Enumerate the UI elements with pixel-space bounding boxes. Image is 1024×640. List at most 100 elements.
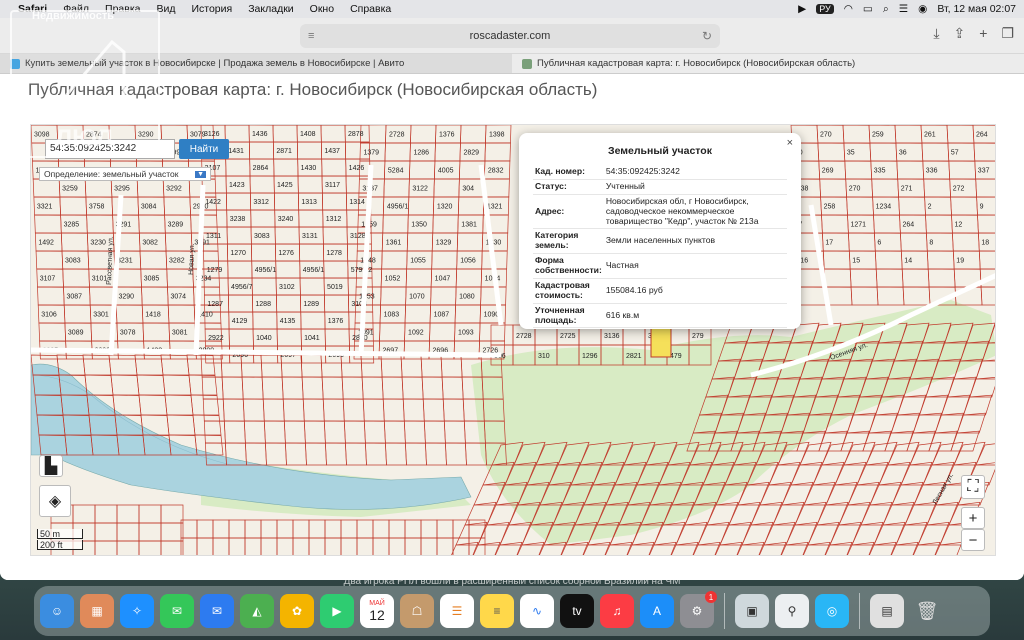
parcel-number-label: 1080 bbox=[459, 294, 475, 301]
info-row: Кад. номер: 54:35:092425:3242 bbox=[533, 165, 787, 180]
parcel-number-label: 2728 bbox=[516, 333, 532, 340]
parcel-number-label: 1093 bbox=[458, 330, 474, 337]
new-tab-icon[interactable]: + bbox=[979, 25, 987, 42]
contacts-icon[interactable]: ☖ bbox=[400, 594, 434, 628]
map-scale: 50 m 200 ft bbox=[37, 529, 83, 551]
parcel-number-label: 335 bbox=[874, 168, 886, 175]
parcel-number-label: 17 bbox=[825, 240, 833, 247]
map-canvas[interactable]: 3098287432903079329632813299124532901413… bbox=[31, 125, 996, 556]
tab-roscadaster[interactable]: Публичная кадастровая карта: г. Новосиби… bbox=[512, 54, 1024, 73]
dock-separator bbox=[724, 593, 725, 629]
settings-badge: 1 bbox=[705, 591, 717, 603]
parcel-number-label: 4956/7 bbox=[231, 284, 253, 291]
parcel-number-label: 4129 bbox=[232, 318, 248, 325]
parcel-number-label: 1287 bbox=[207, 301, 223, 308]
menu-history[interactable]: История bbox=[191, 3, 232, 15]
play-icon[interactable]: ▶ bbox=[798, 3, 806, 15]
facetime-icon[interactable]: ▶ bbox=[320, 594, 354, 628]
photos-icon[interactable]: ✿ bbox=[280, 594, 314, 628]
agency-watermark-logo: АГЕНТСТВО НЕДВИЖИМОСТИ ЛЮЛ bbox=[10, 10, 160, 158]
address-bar[interactable]: ≡ roscadaster.com ↻ bbox=[300, 24, 720, 48]
parcel-number-label: 3285 bbox=[64, 222, 80, 229]
parcel-number-label: 3259 bbox=[62, 186, 78, 193]
trash-icon[interactable]: 🗑 bbox=[910, 594, 944, 628]
parcel-number-label: 1087 bbox=[434, 312, 450, 319]
search-icon[interactable]: ⌕ bbox=[883, 3, 889, 16]
parcel-number-label: 1422 bbox=[205, 199, 221, 206]
scale-ft: 200 ft bbox=[37, 540, 83, 550]
parcel-number-label: 272 bbox=[953, 186, 965, 193]
parcel-number-label: 1436 bbox=[252, 131, 268, 138]
fullscreen-button[interactable]: ⛶ bbox=[961, 475, 985, 499]
parcel-number-label: 310 bbox=[538, 353, 550, 360]
menu-window[interactable]: Окно bbox=[310, 3, 334, 15]
freeform-icon[interactable]: ∿ bbox=[520, 594, 554, 628]
preview-icon[interactable]: ▣ bbox=[735, 594, 769, 628]
parcel-number-label: 5284 bbox=[388, 168, 404, 175]
parcel-number-label: 336 bbox=[926, 168, 938, 175]
definition-select[interactable]: Определение: земельный участок ▼ bbox=[39, 167, 211, 181]
music-icon[interactable]: ♫ bbox=[600, 594, 634, 628]
parcel-number-label: 261 bbox=[924, 132, 936, 139]
menu-help[interactable]: Справка bbox=[350, 3, 391, 15]
wifi-icon[interactable]: ◠ bbox=[844, 3, 853, 15]
wm-line2: НЕДВИЖИМОСТИ bbox=[45, 114, 124, 124]
parcel-number-label: 9 bbox=[980, 204, 984, 211]
parcel-number-label: 1492 bbox=[38, 240, 54, 247]
battery-icon[interactable]: ▭ bbox=[863, 3, 873, 15]
share-icon[interactable]: ⇪ bbox=[954, 25, 966, 42]
selected-parcel[interactable] bbox=[650, 324, 672, 358]
chevron-down-icon[interactable]: ▼ bbox=[195, 170, 206, 178]
zoom-out-button[interactable]: − bbox=[961, 529, 985, 551]
messages-icon[interactable]: ✉ bbox=[160, 594, 194, 628]
tab-overview-icon[interactable]: ❐ bbox=[1001, 25, 1014, 42]
settings-icon[interactable]: ⚙ 1 bbox=[680, 591, 717, 628]
control-center-icon[interactable]: ☰ bbox=[899, 3, 908, 15]
parcel-number-label: 1314 bbox=[349, 199, 365, 206]
parcel-number-label: 3087 bbox=[66, 294, 82, 301]
parcel-number-label: 8 bbox=[929, 240, 933, 247]
notes-icon[interactable]: ≡ bbox=[480, 594, 514, 628]
utility-icon[interactable]: ⚲ bbox=[775, 594, 809, 628]
parcel-number-label: 1288 bbox=[255, 301, 271, 308]
parcel-number-label: 271 bbox=[901, 186, 913, 193]
close-icon[interactable]: × bbox=[787, 137, 793, 149]
airdrop-icon[interactable]: ◎ bbox=[815, 594, 849, 628]
parcel-number-label: 1276 bbox=[278, 250, 294, 257]
parcel-number-label: 4135 bbox=[280, 318, 296, 325]
reload-icon[interactable]: ↻ bbox=[702, 29, 712, 43]
apple-tv-icon[interactable]: tv bbox=[560, 594, 594, 628]
parcel-number-label: 1311 bbox=[206, 233, 221, 240]
parcel-number-label: 1398 bbox=[489, 132, 505, 139]
app-store-icon[interactable]: A bbox=[640, 594, 674, 628]
parcel-number-label: 3084 bbox=[141, 204, 157, 211]
parcel-number-label: 1381 bbox=[461, 222, 477, 229]
launchpad-icon[interactable]: ▦ bbox=[80, 594, 114, 628]
zoom-in-button[interactable]: + bbox=[961, 507, 985, 529]
page-settings-icon[interactable]: ≡ bbox=[308, 30, 314, 42]
parcel-number-label: 2829 bbox=[463, 150, 479, 157]
maps-icon[interactable]: ◭ bbox=[240, 594, 274, 628]
finder-icon[interactable]: ☺ bbox=[40, 594, 74, 628]
cadastral-map[interactable]: 3098287432903079329632813299124532901413… bbox=[30, 124, 996, 556]
parcel-number-label: 258 bbox=[824, 204, 836, 211]
calendar-icon[interactable]: МАЙ 12 bbox=[360, 594, 394, 628]
parcel-number-label: 1047 bbox=[435, 276, 451, 283]
reminders-icon[interactable]: ☰ bbox=[440, 594, 474, 628]
watermark-top-text: Недвижимость bbox=[32, 10, 114, 22]
parcel-number-label: 1279 bbox=[207, 267, 223, 274]
download-icon[interactable]: ⤓ bbox=[933, 25, 939, 42]
siri-icon[interactable]: ◉ bbox=[918, 3, 927, 15]
map-style-button[interactable]: ▙ bbox=[39, 455, 63, 477]
scale-m: 50 m bbox=[37, 529, 83, 539]
find-button[interactable]: Найти bbox=[179, 139, 229, 159]
parcel-number-label: 1376 bbox=[439, 132, 455, 139]
menu-bookmarks[interactable]: Закладки bbox=[248, 3, 293, 15]
layers-button[interactable]: ◈ bbox=[39, 485, 71, 517]
safari-icon[interactable]: ✧ bbox=[120, 594, 154, 628]
downloads-folder-icon[interactable]: ▤ bbox=[870, 594, 904, 628]
input-source[interactable]: РУ bbox=[816, 4, 834, 14]
clock[interactable]: Вт, 12 мая 02:07 bbox=[937, 3, 1016, 15]
mail-icon[interactable]: ✉ bbox=[200, 594, 234, 628]
url-text: roscadaster.com bbox=[469, 30, 551, 42]
